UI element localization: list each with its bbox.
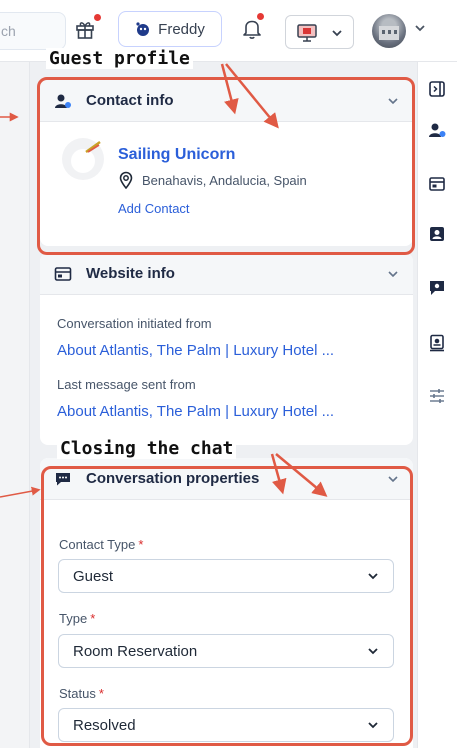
contact-location: Benahavis, Andalucia, Spain bbox=[118, 171, 307, 189]
contact-card-rail-icon[interactable] bbox=[428, 225, 446, 243]
chevron-down-icon bbox=[368, 722, 378, 729]
conversation-properties-rail-icon[interactable] bbox=[428, 279, 446, 297]
screen-share-dropdown[interactable] bbox=[285, 15, 354, 49]
website-info-card: Website info Conversation initiated from… bbox=[40, 253, 413, 445]
chevron-down-icon[interactable] bbox=[387, 97, 399, 105]
contact-type-label-text: Contact Type bbox=[59, 537, 136, 552]
screen-share-icon bbox=[297, 24, 317, 42]
website-info-rail-icon[interactable] bbox=[428, 175, 446, 193]
gift-notification-dot bbox=[94, 14, 101, 21]
contact-name-link[interactable]: Sailing Unicorn bbox=[118, 146, 235, 164]
last-message-label: Last message sent from bbox=[57, 377, 196, 392]
contact-type-value: Guest bbox=[73, 567, 114, 585]
search-input[interactable]: ch bbox=[0, 12, 66, 50]
collapse-panel-icon[interactable] bbox=[428, 80, 446, 98]
contact-info-title: Contact info bbox=[86, 92, 174, 109]
freddy-button[interactable]: Freddy bbox=[118, 11, 222, 47]
chevron-down-icon[interactable] bbox=[387, 475, 399, 483]
website-info-header[interactable]: Website info bbox=[40, 253, 413, 295]
type-label: Type * bbox=[59, 611, 95, 626]
contact-icon bbox=[55, 94, 71, 108]
status-value: Resolved bbox=[73, 716, 136, 734]
browser-window-icon bbox=[54, 266, 72, 281]
conversation-properties-card: Conversation properties Contact Type * Gu… bbox=[40, 458, 413, 748]
avatar-chevron-down-icon[interactable] bbox=[414, 24, 426, 32]
contact-info-header[interactable]: Contact info bbox=[40, 80, 413, 122]
required-mark: * bbox=[98, 686, 104, 701]
badge-rail-icon[interactable] bbox=[428, 334, 446, 352]
gift-button[interactable] bbox=[74, 14, 101, 42]
contact-info-rail-icon[interactable] bbox=[428, 121, 446, 139]
freddy-icon bbox=[136, 22, 150, 36]
contact-location-text: Benahavis, Andalucia, Spain bbox=[142, 172, 307, 188]
type-value: Room Reservation bbox=[73, 642, 198, 660]
type-select[interactable]: Room Reservation bbox=[58, 634, 394, 668]
status-label-text: Status bbox=[59, 686, 96, 701]
contact-type-select[interactable]: Guest bbox=[58, 559, 394, 593]
chat-bubble-icon bbox=[56, 472, 70, 485]
closing-chat-annotation: Closing the chat bbox=[57, 438, 237, 459]
bell-notification-dot bbox=[257, 13, 264, 20]
bell-icon bbox=[243, 20, 261, 39]
settings-sliders-icon[interactable] bbox=[428, 387, 446, 405]
gift-icon bbox=[76, 22, 94, 39]
contact-info-card: Contact info Sailing Unicorn Benahavis, … bbox=[40, 80, 413, 246]
required-mark: * bbox=[90, 611, 96, 626]
conversation-pane-edge bbox=[0, 62, 30, 748]
notifications-button[interactable] bbox=[242, 13, 264, 42]
contact-avatar bbox=[62, 138, 104, 180]
user-avatar[interactable] bbox=[372, 14, 406, 48]
last-message-link[interactable]: About Atlantis, The Palm | Luxury Hotel … bbox=[57, 403, 334, 420]
type-label-text: Type bbox=[59, 611, 88, 626]
conversation-properties-header[interactable]: Conversation properties bbox=[40, 458, 413, 500]
chevron-down-icon bbox=[368, 573, 378, 580]
contact-type-label: Contact Type * bbox=[59, 537, 143, 552]
avatar-image bbox=[379, 26, 399, 40]
chevron-down-icon bbox=[332, 30, 342, 37]
chevron-down-icon[interactable] bbox=[387, 270, 399, 278]
guest-profile-annotation: Guest profile bbox=[46, 48, 193, 69]
unicorn-avatar-image bbox=[71, 140, 101, 173]
location-pin-icon bbox=[119, 171, 133, 189]
status-label: Status * bbox=[59, 686, 104, 701]
chevron-down-icon bbox=[368, 648, 378, 655]
initiated-from-label: Conversation initiated from bbox=[57, 316, 212, 331]
website-info-title: Website info bbox=[86, 265, 175, 282]
search-input-text: ch bbox=[1, 23, 16, 39]
freddy-label: Freddy bbox=[158, 20, 205, 38]
conversation-properties-title: Conversation properties bbox=[86, 470, 260, 487]
right-icon-rail bbox=[417, 62, 457, 748]
required-mark: * bbox=[138, 537, 144, 552]
initiated-from-link[interactable]: About Atlantis, The Palm | Luxury Hotel … bbox=[57, 342, 334, 359]
add-contact-link[interactable]: Add Contact bbox=[118, 201, 190, 216]
status-select[interactable]: Resolved bbox=[58, 708, 394, 742]
